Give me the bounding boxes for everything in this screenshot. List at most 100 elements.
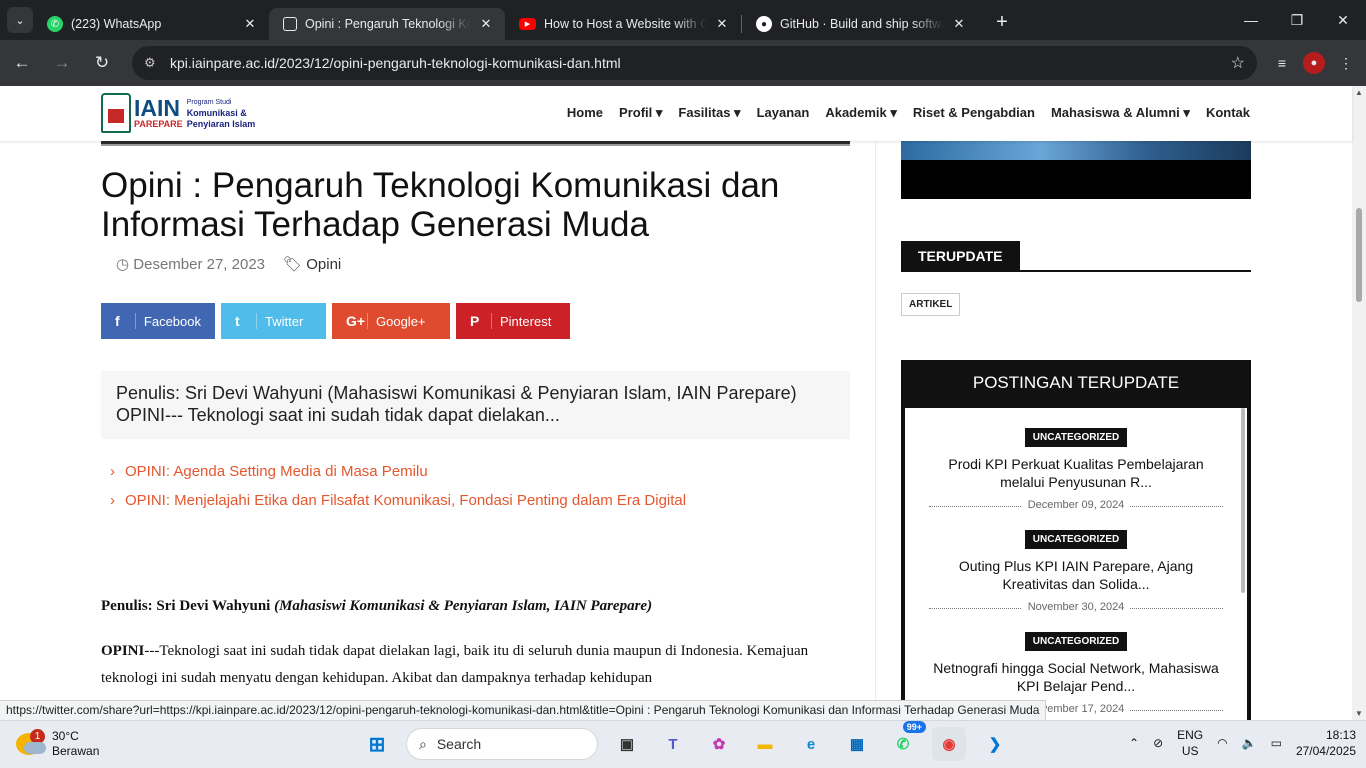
- menu-mahasiswa[interactable]: Mahasiswa & Alumni ▾: [1051, 105, 1190, 121]
- menu-fasilitas[interactable]: Fasilitas ▾: [678, 105, 740, 121]
- post-title[interactable]: Outing Plus KPI IAIN Parepare, Ajang Kre…: [925, 557, 1227, 593]
- share-label: Facebook: [143, 313, 201, 329]
- share-twitter-button[interactable]: t Twitter: [221, 303, 326, 339]
- tab-youtube[interactable]: ▶ How to Host a Website with GitHub ✕: [505, 8, 741, 40]
- reload-icon[interactable]: ↻: [84, 45, 120, 81]
- share-facebook-button[interactable]: f Facebook: [101, 303, 215, 339]
- related-link[interactable]: OPINI: Menjelajahi Etika dan Filsafat Ko…: [110, 486, 686, 515]
- whatsapp-taskbar-icon[interactable]: ✆ 99+: [886, 721, 926, 761]
- category-badge[interactable]: UNCATEGORIZED: [1024, 530, 1128, 549]
- label-artikel[interactable]: ARTIKEL: [901, 293, 961, 316]
- tag-widget-heading: TERUPDATE: [901, 241, 1251, 272]
- list-item[interactable]: UNCATEGORIZED Prodi KPI Perkuat Kualitas…: [905, 408, 1247, 511]
- site-info-icon[interactable]: ⚙: [144, 55, 166, 71]
- close-icon[interactable]: ✕: [713, 16, 731, 32]
- new-tab-icon[interactable]: +: [990, 11, 1014, 34]
- forward-icon[interactable]: →: [44, 45, 80, 81]
- recent-posts-list[interactable]: UNCATEGORIZED Prodi KPI Perkuat Kualitas…: [905, 408, 1247, 720]
- main-menu: Home Profil ▾ Fasilitas ▾ Layanan Akadem…: [567, 105, 1250, 121]
- close-icon[interactable]: ✕: [950, 16, 968, 32]
- scroll-down-icon[interactable]: ▼: [1355, 709, 1363, 718]
- menu-riset[interactable]: Riset & Pengabdian: [913, 105, 1035, 121]
- tab-whatsapp[interactable]: ✆ (223) WhatsApp ✕: [33, 8, 269, 40]
- iain-emblem-icon: [101, 93, 131, 133]
- language-indicator[interactable]: ENG US: [1177, 727, 1203, 759]
- file-explorer-icon[interactable]: ▬: [748, 727, 782, 761]
- twitter-icon: t: [235, 313, 257, 329]
- excerpt-line2: OPINI--- Teknologi saat ini sudah tidak …: [116, 405, 560, 425]
- article-title: Opini : Pengaruh Teknologi Komunikasi da…: [101, 166, 780, 244]
- tab-opini[interactable]: Opini : Pengaruh Teknologi Komunikasi ✕: [269, 8, 505, 40]
- network-off-icon[interactable]: ⊘: [1153, 736, 1163, 750]
- body-lead: OPINI: [101, 643, 145, 659]
- store-icon[interactable]: ▦: [840, 727, 874, 761]
- category-row[interactable]: 🏷 Opini: [283, 255, 341, 273]
- list-item[interactable]: UNCATEGORIZED Outing Plus KPI IAIN Parep…: [905, 510, 1247, 613]
- tab-title: GitHub · Build and ship software: [780, 17, 944, 31]
- page-scrollbar[interactable]: ▲ ▼: [1352, 86, 1366, 720]
- menu-profil[interactable]: Profil ▾: [619, 105, 662, 121]
- menu-home[interactable]: Home: [567, 105, 603, 121]
- url-text[interactable]: kpi.iainpare.ac.id/2023/12/opini-pengaru…: [170, 55, 1231, 71]
- weather-widget[interactable]: 1 30°C Berawan: [16, 729, 99, 759]
- windows-start-icon[interactable]: ⊞: [360, 727, 394, 761]
- related-link[interactable]: OPINI: Agenda Setting Media di Masa Pemi…: [110, 457, 686, 486]
- weather-condition: Berawan: [52, 744, 100, 758]
- tab-search-icon[interactable]: ⌄: [7, 7, 33, 33]
- category-badge[interactable]: UNCATEGORIZED: [1024, 632, 1128, 651]
- whatsapp-icon: ✆: [47, 16, 63, 32]
- menu-layanan[interactable]: Layanan: [757, 105, 810, 121]
- clock[interactable]: 18:13 27/04/2025: [1296, 727, 1356, 759]
- scrollbar-thumb[interactable]: [1356, 208, 1362, 302]
- weather-badge: 1: [30, 729, 45, 744]
- share-googleplus-button[interactable]: G+ Google+: [332, 303, 450, 339]
- task-view-icon[interactable]: ▣: [610, 727, 644, 761]
- taskbar-search[interactable]: ⌕ Search: [406, 728, 598, 760]
- battery-icon[interactable]: ▭: [1271, 736, 1282, 750]
- profile-avatar[interactable]: ●: [1303, 52, 1325, 74]
- wifi-icon[interactable]: ◠: [1217, 736, 1227, 750]
- media-controls-icon[interactable]: ≡: [1267, 48, 1297, 78]
- search-label: Search: [436, 736, 482, 752]
- youtube-icon: ▶: [519, 18, 536, 30]
- recent-posts-widget: POSTINGAN TERUPDATE UNCATEGORIZED Prodi …: [901, 360, 1251, 720]
- category-badge[interactable]: UNCATEGORIZED: [1024, 428, 1128, 447]
- tray-overflow-icon[interactable]: ⌃: [1129, 736, 1139, 750]
- chrome-icon[interactable]: ◉: [932, 727, 966, 761]
- tab-strip: ⌄ ✆ (223) WhatsApp ✕ Opini : Pengaruh Te…: [0, 0, 1366, 40]
- menu-kebab-icon[interactable]: ⋮: [1331, 48, 1361, 78]
- share-buttons: f Facebook t Twitter G+ Google+ P Pinterest: [101, 303, 570, 339]
- menu-akademik[interactable]: Akademik ▾: [825, 105, 897, 121]
- scroll-up-icon[interactable]: ▲: [1355, 88, 1363, 97]
- post-title[interactable]: Netnografi hingga Social Network, Mahasi…: [925, 659, 1227, 695]
- clock-icon: ◷: [116, 256, 134, 273]
- article-body: OPINI---Teknologi saat ini sudah tidak d…: [101, 638, 841, 692]
- list-item[interactable]: UNCATEGORIZED Netnografi hingga Social N…: [905, 612, 1247, 715]
- menu-kontak[interactable]: Kontak: [1206, 105, 1250, 121]
- restore-icon[interactable]: ❐: [1274, 0, 1320, 40]
- volume-icon[interactable]: 🔈: [1242, 736, 1257, 750]
- close-window-icon[interactable]: ✕: [1320, 0, 1366, 40]
- address-bar[interactable]: ⚙ kpi.iainpare.ac.id/2023/12/opini-penga…: [132, 46, 1257, 80]
- close-icon[interactable]: ✕: [477, 16, 495, 32]
- column-divider: [875, 141, 876, 720]
- article-hero-image: [101, 141, 850, 146]
- vscode-icon[interactable]: ❯: [978, 727, 1012, 761]
- back-icon[interactable]: ←: [4, 45, 40, 81]
- minimize-icon[interactable]: —: [1228, 0, 1274, 40]
- edge-icon[interactable]: e: [794, 727, 828, 761]
- tag-heading-text: TERUPDATE: [901, 241, 1020, 272]
- article-category[interactable]: Opini: [306, 256, 341, 273]
- pinterest-icon: P: [470, 313, 492, 329]
- tab-github[interactable]: ● GitHub · Build and ship software ✕: [742, 8, 978, 40]
- share-pinterest-button[interactable]: P Pinterest: [456, 303, 570, 339]
- bookmark-star-icon[interactable]: ☆: [1231, 53, 1245, 73]
- google-plus-icon: G+: [346, 313, 368, 329]
- post-title[interactable]: Prodi KPI Perkuat Kualitas Pembelajaran …: [925, 455, 1227, 491]
- close-icon[interactable]: ✕: [241, 16, 259, 32]
- copilot-icon[interactable]: ✿: [702, 727, 736, 761]
- page-viewport: IAIN PAREPARE Program Studi Komunikasi &…: [0, 86, 1366, 720]
- site-logo[interactable]: IAIN PAREPARE Program Studi Komunikasi &…: [101, 93, 255, 133]
- system-tray: ⌃ ⊘ ENG US ◠ 🔈 ▭ 18:13 27/04/2025: [1129, 727, 1356, 759]
- teams-icon[interactable]: T: [656, 727, 690, 761]
